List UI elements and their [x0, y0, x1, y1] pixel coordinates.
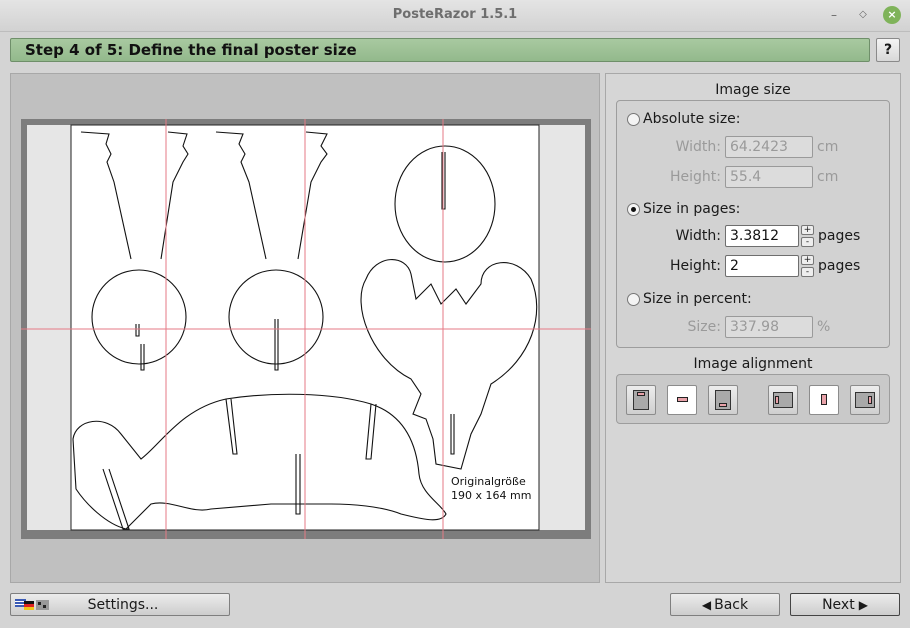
increment-icon[interactable]: +	[801, 225, 814, 235]
pages-width-unit: pages	[818, 228, 861, 244]
percent-size-unit: %	[817, 319, 831, 335]
align-vcenter-icon	[677, 397, 688, 402]
absolute-width-label: Width:	[675, 139, 721, 155]
pages-size-radio[interactable]	[627, 202, 640, 216]
next-button[interactable]: Next ▶	[790, 593, 900, 616]
image-alignment-group	[616, 374, 890, 424]
maximize-icon[interactable]: ◇	[854, 6, 872, 24]
settings-panel: Image size Absolute size: Width: 64.2423…	[605, 73, 901, 583]
back-button[interactable]: ◀ Back	[670, 593, 780, 616]
absolute-height-unit: cm	[817, 169, 839, 185]
pages-width-row: Width: 3.3812 + - pages	[617, 225, 860, 247]
size-annotation-1: Originalgröße	[451, 475, 526, 488]
preview-canvas: Originalgröße 190 x 164 mm	[21, 119, 591, 539]
align-hcenter-icon	[821, 394, 827, 405]
image-alignment-title: Image alignment	[693, 356, 813, 372]
align-left-icon	[775, 396, 779, 404]
next-label: Next	[822, 596, 855, 613]
decrement-icon[interactable]: -	[801, 237, 814, 247]
back-label: Back	[714, 596, 749, 613]
settings-button[interactable]: Settings...	[10, 593, 230, 616]
align-hcenter-button[interactable]	[809, 385, 839, 415]
image-size-title: Image size	[715, 82, 791, 98]
percent-size-label: Size in percent:	[643, 291, 752, 307]
pages-width-input[interactable]: 3.3812	[725, 225, 799, 247]
align-left-button[interactable]	[768, 385, 798, 415]
window-title: PosteRazor 1.5.1	[392, 7, 518, 22]
align-bottom-icon	[719, 403, 727, 407]
percent-size-field-label: Size:	[687, 319, 721, 335]
align-bottom-button[interactable]	[708, 385, 738, 415]
pages-width-stepper[interactable]: + -	[801, 225, 814, 247]
pages-size-option[interactable]: Size in pages:	[627, 201, 740, 217]
pages-height-stepper[interactable]: + -	[801, 255, 814, 277]
absolute-height-input[interactable]: 55.4	[725, 166, 813, 188]
pages-height-label: Height:	[670, 258, 721, 274]
percent-size-option[interactable]: Size in percent:	[627, 291, 752, 307]
step-title: Step 4 of 5: Define the final poster siz…	[10, 38, 870, 62]
absolute-size-label: Absolute size:	[643, 111, 741, 127]
decrement-icon[interactable]: -	[801, 267, 814, 277]
absolute-size-option[interactable]: Absolute size:	[627, 111, 741, 127]
help-button[interactable]: ?	[876, 38, 900, 62]
language-flags-icon	[15, 599, 49, 610]
percent-size-row: Size: 337.98 %	[617, 316, 830, 338]
arrow-left-icon: ◀	[701, 597, 712, 612]
absolute-width-row: Width: 64.2423 cm	[617, 136, 838, 158]
percent-size-radio[interactable]	[627, 292, 640, 306]
window-titlebar: PosteRazor 1.5.1 – ◇ ×	[0, 0, 910, 32]
pages-size-label: Size in pages:	[643, 201, 741, 217]
align-top-button[interactable]	[626, 385, 656, 415]
align-top-icon	[637, 392, 645, 396]
settings-label: Settings...	[87, 596, 159, 613]
arrow-right-icon: ▶	[858, 597, 868, 612]
minimize-icon[interactable]: –	[825, 6, 843, 24]
absolute-size-radio[interactable]	[627, 112, 640, 126]
pages-width-label: Width:	[675, 228, 721, 244]
absolute-height-label: Height:	[670, 169, 721, 185]
image-size-group: Absolute size: Width: 64.2423 cm Height:…	[616, 100, 890, 348]
absolute-width-unit: cm	[817, 139, 839, 155]
size-annotation-2: 190 x 164 mm	[451, 489, 531, 502]
increment-icon[interactable]: +	[801, 255, 814, 265]
align-right-icon	[868, 396, 872, 404]
poster-preview: Originalgröße 190 x 164 mm	[10, 73, 600, 583]
pages-height-unit: pages	[818, 258, 861, 274]
absolute-width-input[interactable]: 64.2423	[725, 136, 813, 158]
absolute-height-row: Height: 55.4 cm	[617, 166, 838, 188]
percent-size-input[interactable]: 337.98	[725, 316, 813, 338]
align-vcenter-button[interactable]	[667, 385, 697, 415]
align-right-button[interactable]	[850, 385, 880, 415]
pages-height-row: Height: 2 + - pages	[617, 255, 860, 277]
pages-height-input[interactable]: 2	[725, 255, 799, 277]
close-icon[interactable]: ×	[883, 6, 901, 24]
